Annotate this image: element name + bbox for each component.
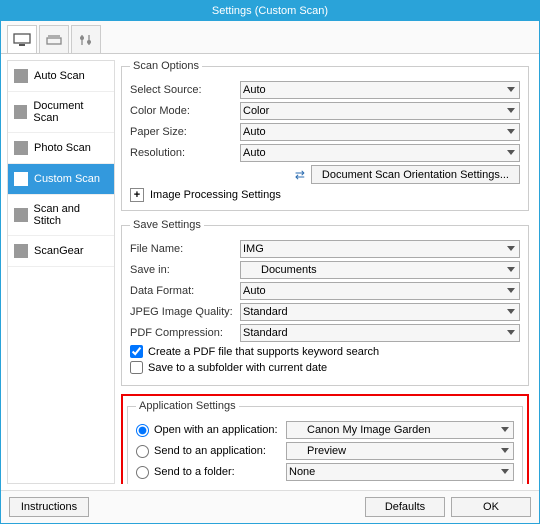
send-app-combo[interactable]: Preview (286, 442, 514, 460)
color-mode-label: Color Mode: (130, 105, 240, 117)
tab-scan-from-device[interactable] (39, 25, 69, 53)
sidebar-item-label: Custom Scan (34, 173, 100, 185)
pdf-compression-combo[interactable]: Standard (240, 324, 520, 342)
sidebar-item-label: Photo Scan (34, 142, 91, 154)
send-folder-combo[interactable]: None (286, 463, 514, 481)
sidebar-item-scangear[interactable]: ScanGear (8, 236, 114, 267)
sidebar-item-label: Scan and Stitch (34, 203, 108, 227)
open-with-radio[interactable] (136, 424, 149, 437)
data-format-label: Data Format: (130, 285, 240, 297)
sidebar-item-document-scan[interactable]: Document Scan (8, 92, 114, 133)
application-settings-highlight: Application Settings Open with an applic… (121, 394, 529, 484)
send-app-radio[interactable] (136, 445, 149, 458)
send-folder-label: Send to a folder: (154, 466, 235, 478)
resolution-combo[interactable]: Auto (240, 144, 520, 162)
settings-window: Settings (Custom Scan) Auto Scan Documen… (0, 0, 540, 524)
sliders-icon (77, 33, 95, 47)
send-app-label: Send to an application: (154, 445, 266, 457)
window-title: Settings (Custom Scan) (1, 1, 539, 21)
footer: Instructions Defaults OK (1, 490, 539, 523)
orientation-settings-button[interactable]: Document Scan Orientation Settings... (311, 165, 520, 184)
expand-image-processing-button[interactable]: + (130, 188, 144, 202)
sidebar-item-photo-scan[interactable]: Photo Scan (8, 133, 114, 164)
application-settings-group: Application Settings Open with an applic… (127, 400, 523, 484)
defaults-button[interactable]: Defaults (365, 497, 445, 517)
open-with-combo[interactable]: Canon My Image Garden (286, 421, 514, 439)
pdf-keyword-label: Create a PDF file that supports keyword … (148, 346, 379, 358)
swap-arrows-icon: ⇄ (295, 168, 305, 182)
send-folder-radio[interactable] (136, 466, 149, 479)
paper-size-label: Paper Size: (130, 126, 240, 138)
scan-stitch-icon (14, 208, 28, 222)
data-format-combo[interactable]: Auto (240, 282, 520, 300)
subfolder-label: Save to a subfolder with current date (148, 362, 327, 374)
scan-options-group: Scan Options Select Source: Auto Color M… (121, 60, 529, 211)
image-processing-label: Image Processing Settings (150, 189, 281, 201)
file-name-label: File Name: (130, 243, 240, 255)
instructions-button[interactable]: Instructions (9, 497, 89, 517)
scan-options-legend: Scan Options (130, 60, 202, 72)
sidebar-item-auto-scan[interactable]: Auto Scan (8, 61, 114, 92)
jpeg-quality-combo[interactable]: Standard (240, 303, 520, 321)
tab-scan-from-computer[interactable] (7, 25, 37, 53)
photo-scan-icon (14, 141, 28, 155)
pdf-compression-label: PDF Compression: (130, 327, 240, 339)
save-settings-group: Save Settings File Name: IMG Save in: Do… (121, 219, 529, 386)
select-source-label: Select Source: (130, 84, 240, 96)
paper-size-combo[interactable]: Auto (240, 123, 520, 141)
application-settings-legend: Application Settings (136, 400, 239, 412)
sidebar: Auto Scan Document Scan Photo Scan Custo… (7, 60, 115, 484)
resolution-label: Resolution: (130, 147, 240, 159)
save-settings-legend: Save Settings (130, 219, 204, 231)
sidebar-item-label: ScanGear (34, 245, 84, 257)
file-name-combo[interactable]: IMG (240, 240, 520, 258)
jpeg-quality-label: JPEG Image Quality: (130, 306, 240, 318)
tab-general-settings[interactable] (71, 25, 101, 53)
pdf-keyword-checkbox[interactable] (130, 345, 143, 358)
subfolder-checkbox[interactable] (130, 361, 143, 374)
sidebar-item-label: Auto Scan (34, 70, 85, 82)
scanner-icon (45, 33, 63, 47)
sidebar-item-label: Document Scan (33, 100, 108, 124)
open-with-label: Open with an application: (154, 424, 278, 436)
monitor-icon (13, 33, 31, 47)
sidebar-item-custom-scan[interactable]: Custom Scan (8, 164, 114, 195)
scangear-icon (14, 244, 28, 258)
content-pane: Scan Options Select Source: Auto Color M… (121, 60, 533, 484)
auto-scan-icon (14, 69, 28, 83)
top-toolbar (1, 21, 539, 54)
ok-button[interactable]: OK (451, 497, 531, 517)
select-source-combo[interactable]: Auto (240, 81, 520, 99)
custom-scan-icon (14, 172, 28, 186)
sidebar-item-scan-and-stitch[interactable]: Scan and Stitch (8, 195, 114, 236)
save-in-label: Save in: (130, 264, 240, 276)
color-mode-combo[interactable]: Color (240, 102, 520, 120)
document-scan-icon (14, 105, 27, 119)
save-in-combo[interactable]: Documents (240, 261, 520, 279)
